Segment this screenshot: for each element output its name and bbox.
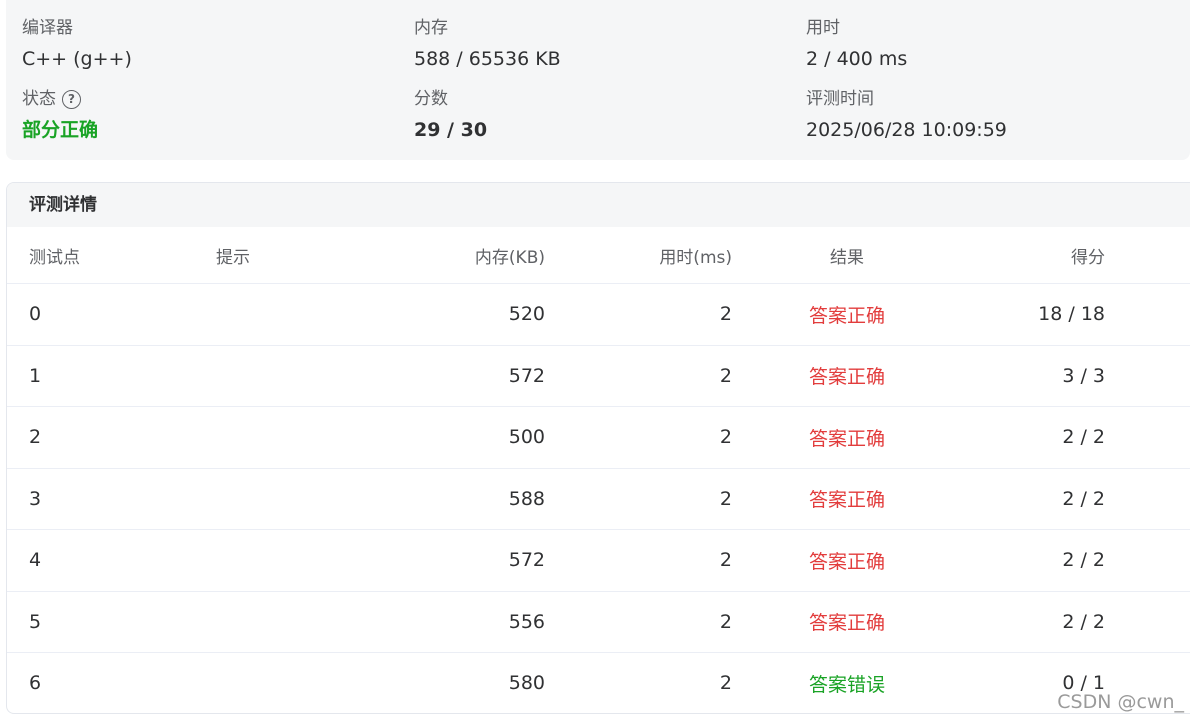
- table-row: 0 520 2 答案正确 18 / 18: [7, 283, 1190, 345]
- table-row: 1 572 2 答案正确 3 / 3: [7, 344, 1190, 407]
- cell-memory: 556: [508, 610, 545, 633]
- cell-score: 2 / 2: [1062, 549, 1105, 572]
- cell-test-id: 2: [29, 426, 42, 449]
- table-header: 测试点 提示 内存(KB) 用时(ms) 结果 得分: [7, 227, 1190, 283]
- score-label: 分数: [414, 89, 448, 109]
- cell-result: 答案正确: [808, 427, 885, 450]
- cell-memory: 572: [508, 549, 545, 572]
- table-row: 6 580 2 答案错误 0 / 1: [7, 652, 1190, 713]
- cell-result: 答案正确: [808, 304, 885, 327]
- cell-memory: 572: [508, 364, 545, 387]
- memory-info: 内存 588 / 65536 KB: [414, 16, 561, 72]
- cell-time: 2: [719, 364, 732, 387]
- cell-result: 答案正确: [808, 489, 885, 512]
- table-row: 5 556 2 答案正确 2 / 2: [7, 590, 1190, 653]
- column-header-id: 测试点: [29, 247, 80, 268]
- cell-memory: 520: [508, 303, 545, 326]
- cell-result: 答案正确: [808, 366, 885, 389]
- table-row: 4 572 2 答案正确 2 / 2: [7, 529, 1190, 591]
- cell-memory: 588: [508, 487, 545, 510]
- cell-time: 2: [719, 426, 732, 449]
- cell-result: 答案正确: [808, 550, 885, 573]
- cell-score: 2 / 2: [1062, 610, 1105, 633]
- column-header-score: 得分: [1071, 247, 1105, 268]
- cell-test-id: 0: [29, 303, 42, 326]
- time-value: 2 / 400 ms: [806, 48, 908, 70]
- table-row: 3 588 2 答案正确 2 / 2: [7, 467, 1190, 530]
- time-label: 用时: [806, 18, 840, 38]
- cell-time: 2: [719, 303, 732, 326]
- cell-result: 答案错误: [808, 673, 885, 696]
- cell-score: 2 / 2: [1062, 487, 1105, 510]
- judge-time-label: 评测时间: [806, 89, 874, 109]
- cell-memory: 500: [508, 426, 545, 449]
- column-header-time: 用时(ms): [659, 247, 732, 268]
- memory-value: 588 / 65536 KB: [414, 48, 561, 70]
- judge-time-info: 评测时间 2025/06/28 10:09:59: [806, 87, 1007, 143]
- cell-score: 3 / 3: [1062, 364, 1105, 387]
- cell-time: 2: [719, 487, 732, 510]
- status-label: 状态: [22, 89, 56, 109]
- watermark: CSDN @cwn_: [1057, 691, 1184, 713]
- cell-time: 2: [719, 672, 732, 695]
- cell-memory: 580: [508, 672, 545, 695]
- submission-summary: 编译器 C++ (g++) 内存 588 / 65536 KB 用时 2 / 4…: [6, 0, 1190, 160]
- cell-test-id: 4: [29, 549, 42, 572]
- cell-time: 2: [719, 610, 732, 633]
- cell-test-id: 6: [29, 672, 42, 695]
- help-icon[interactable]: ?: [62, 89, 81, 109]
- compiler-label: 编译器: [22, 18, 73, 38]
- column-header-result: 结果: [830, 247, 864, 268]
- column-header-hint: 提示: [216, 247, 250, 268]
- cell-test-id: 3: [29, 487, 42, 510]
- status-label-row: 状态 ?: [22, 87, 98, 111]
- cell-test-id: 5: [29, 610, 42, 633]
- compiler-value: C++ (g++): [22, 48, 132, 70]
- score-value: 29 / 30: [414, 119, 488, 141]
- table-row: 2 500 2 答案正确 2 / 2: [7, 406, 1190, 468]
- judge-details-title: 评测详情: [7, 183, 1190, 227]
- cell-test-id: 1: [29, 364, 42, 387]
- column-header-memory: 内存(KB): [474, 247, 545, 268]
- cell-score: 18 / 18: [1038, 303, 1105, 326]
- judge-details-card: 评测详情 测试点 提示 内存(KB) 用时(ms) 结果 得分 0 520 2 答案正…: [6, 182, 1190, 714]
- time-info: 用时 2 / 400 ms: [806, 16, 907, 72]
- status-value: 部分正确: [22, 119, 99, 141]
- cell-result: 答案正确: [808, 612, 885, 635]
- memory-label: 内存: [414, 18, 448, 38]
- test-case-rows: 0 520 2 答案正确 18 / 18 1 572 2 答案正确 3 / 3 2 500 2 答案正确 2…: [7, 283, 1190, 713]
- compiler-info: 编译器 C++ (g++): [22, 16, 132, 72]
- cell-time: 2: [719, 549, 732, 572]
- judge-time-value: 2025/06/28 10:09:59: [806, 119, 1007, 141]
- status-info: 状态 ? 部分正确: [22, 87, 98, 143]
- score-info: 分数 29 / 30: [414, 87, 487, 143]
- cell-score: 2 / 2: [1062, 426, 1105, 449]
